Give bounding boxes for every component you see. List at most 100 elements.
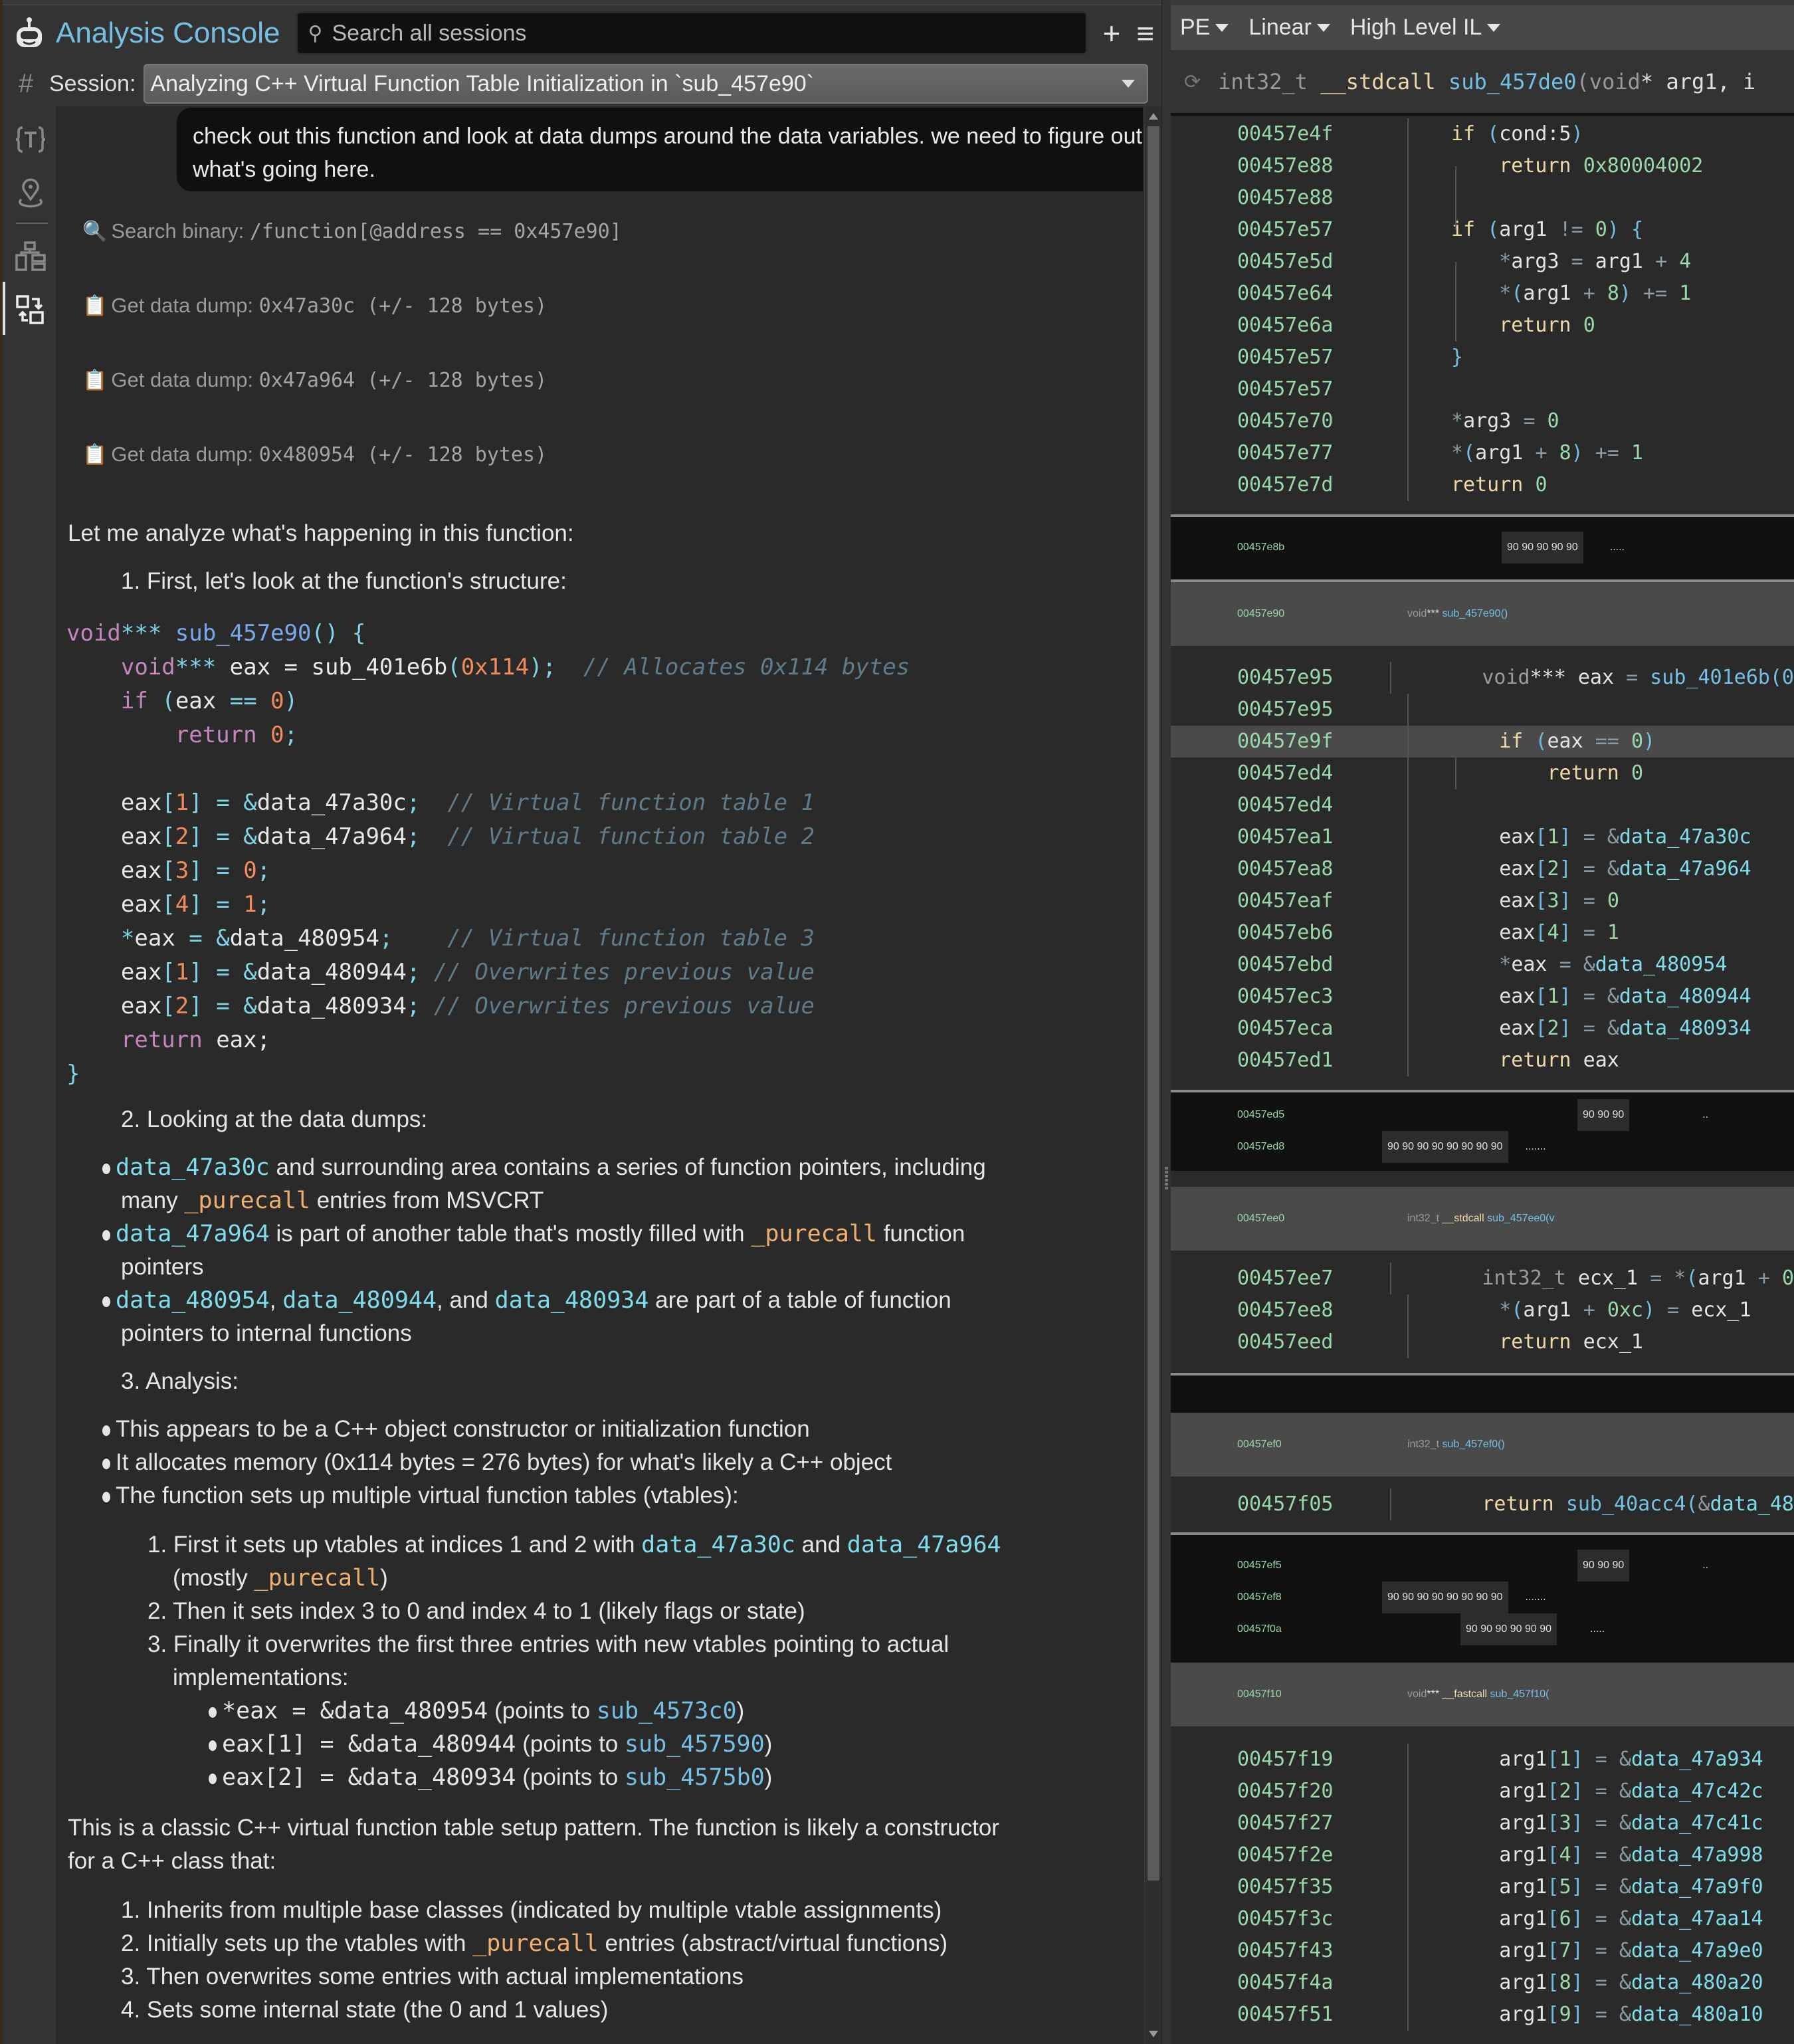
function-header-sub-457f10[interactable]: 00457f10 void *** __fastcall sub_457f10( — [1171, 1663, 1794, 1726]
il-row[interactable]: 00457ea1 eax[1] = &data_47a30c — [1171, 821, 1794, 853]
vtable-step-3-cont: implementations: — [173, 1665, 349, 1690]
session-search-box[interactable]: ⚲ — [296, 12, 1087, 54]
il-row[interactable]: 00457ee8 *(arg1 + 0xc) = ecx_1 — [1171, 1294, 1794, 1326]
tool-call-data-dump[interactable]: 📋 Get data dump: 0x47a30c (+/- 128 bytes) — [82, 294, 547, 318]
il-row[interactable]: 00457ed4 — [1171, 789, 1794, 821]
il-row[interactable]: 00457eb6 eax[4] = 1 — [1171, 917, 1794, 949]
refresh-icon[interactable]: ⟳ — [1184, 70, 1201, 94]
magnifier-icon: 🔍 — [82, 220, 108, 243]
sidebar-item-cross-references[interactable] — [7, 286, 54, 334]
il-row[interactable]: 00457ed4 return 0 — [1171, 758, 1794, 789]
il-row[interactable]: 00457f05 return sub_40acc4(&data_48 — [1171, 1488, 1794, 1520]
new-session-button[interactable]: + — [1103, 18, 1121, 49]
il-row[interactable]: 00457f51 arg1[9] = &data_480a10 — [1171, 1999, 1794, 2031]
scroll-up-arrow-icon[interactable] — [1149, 113, 1158, 120]
hex-block-empty — [1171, 1376, 1794, 1413]
il-row[interactable]: 00457e57} — [1171, 342, 1794, 373]
il-row[interactable]: 00457ee7 int32_t ecx_1 = *(arg1 + 0 — [1171, 1263, 1794, 1294]
chevron-down-icon — [1122, 80, 1136, 88]
chat-scrollbar[interactable] — [1144, 106, 1161, 2044]
il-row[interactable]: 00457eed return ecx_1 — [1171, 1326, 1794, 1358]
function-header-sub-457ee0[interactable]: 00457ee0 int32_t __stdcall sub_457ee0(v — [1171, 1187, 1794, 1251]
search-icon: ⚲ — [308, 22, 323, 45]
il-row[interactable]: 00457e70 *arg3 = 0 — [1171, 405, 1794, 437]
tool-call-label: Get data dump: — [111, 368, 259, 391]
il-row[interactable]: 00457e6a return 0 — [1171, 310, 1794, 342]
tool-call-label: Get data dump: — [111, 294, 259, 317]
scroll-down-arrow-icon[interactable] — [1149, 2031, 1158, 2037]
il-row[interactable]: 00457eca eax[2] = &data_480934 — [1171, 1013, 1794, 1045]
step-1-heading: 1. First, let's look at the function's s… — [121, 568, 567, 594]
window-top-strip — [0, 0, 1169, 5]
pane-splitter[interactable] — [1161, 0, 1171, 2044]
il-row[interactable]: 00457e4f if (cond:5) — [1171, 118, 1794, 150]
session-search-input[interactable] — [332, 20, 1063, 47]
tool-call-data-dump[interactable]: 📋 Get data dump: 0x47a964 (+/- 128 bytes) — [82, 368, 547, 392]
hex-row[interactable]: 00457ef5 90 90 90.. — [1171, 1550, 1794, 1582]
il-row[interactable]: 00457f27 arg1[3] = &data_47c41c — [1171, 1807, 1794, 1839]
il-block-3: 00457ee7 int32_t ecx_1 = *(arg1 + 0 0045… — [1171, 1263, 1794, 1358]
il-row[interactable]: 00457f35 arg1[5] = &data_47a9f0 — [1171, 1871, 1794, 1903]
il-row[interactable]: 00457f3c arg1[6] = &data_47aa14 — [1171, 1903, 1794, 1935]
final-item-4: 4. Sets some internal state (the 0 and 1… — [121, 1997, 609, 2023]
il-row[interactable]: 00457f20 arg1[2] = &data_47c42c — [1171, 1776, 1794, 1807]
app-title: Analysis Console — [56, 17, 280, 49]
swap-icon — [16, 295, 44, 324]
code-block: void*** sub_457e90() { void*** eax = sub… — [66, 620, 910, 1087]
il-row-selected[interactable]: 00457e9f if (eax == 0) — [1171, 726, 1794, 758]
hex-row[interactable]: 00457f0a 90 90 90 90 90 90..... — [1171, 1613, 1794, 1645]
il-row[interactable]: 00457f43 arg1[7] = &data_47a9e0 — [1171, 1935, 1794, 1967]
il-row[interactable]: 00457f4a arg1[8] = &data_480a20 — [1171, 1967, 1794, 1999]
step-3-heading: 3. Analysis: — [121, 1368, 239, 1394]
arch-dropdown[interactable]: PE — [1180, 15, 1229, 41]
function-header-sub-457e90[interactable]: 00457e90 void *** sub_457e90() — [1171, 582, 1794, 646]
type-braces-icon — [15, 126, 46, 153]
il-row[interactable]: 00457e95 void*** eax = sub_401e6b(0 — [1171, 662, 1794, 694]
il-row[interactable]: 00457e88 — [1171, 182, 1794, 214]
tool-call-data-dump[interactable]: 📋 Get data dump: 0x480954 (+/- 128 bytes) — [82, 443, 547, 466]
sidebar-item-types[interactable] — [7, 116, 54, 163]
il-row[interactable]: 00457f19 arg1[1] = &data_47a934 — [1171, 1744, 1794, 1776]
dump-bullet-1-cont: many _purecall entries from MSVCRT — [121, 1187, 544, 1214]
il-dropdown[interactable]: High Level IL — [1350, 15, 1501, 41]
il-row[interactable]: 00457f2e arg1[4] = &data_47a998 — [1171, 1839, 1794, 1871]
function-header-sub-457ef0[interactable]: 00457ef0 int32_t sub_457ef0() — [1171, 1413, 1794, 1477]
hex-row[interactable]: 00457e8b 90 90 90 90 90..... — [1171, 532, 1794, 563]
tool-call-search-binary[interactable]: 🔍 Search binary: /function[@address == 0x… — [82, 219, 622, 243]
vtable-step-3: 3. Finally it overwrites the first three… — [148, 1631, 949, 1657]
sidebar-active-indicator — [3, 282, 5, 335]
view-dropdown[interactable]: Linear — [1248, 15, 1330, 41]
il-row[interactable]: 00457e88 return 0x80004002 — [1171, 150, 1794, 182]
tool-call-label: Search binary: — [111, 219, 250, 243]
il-row[interactable]: 00457e95 — [1171, 694, 1794, 726]
il-row[interactable]: 00457e57 — [1171, 373, 1794, 405]
il-row[interactable]: 00457e57 if (arg1 != 0) { — [1171, 214, 1794, 246]
il-row[interactable]: 00457e64 *(arg1 + 8) += 1 — [1171, 278, 1794, 310]
sidebar-item-location[interactable] — [7, 169, 54, 217]
dump-bullet-3: data_480954, data_480944, and data_48093… — [102, 1284, 951, 1317]
il-block-1: 00457e4f if (cond:5) 00457e88 return 0x80… — [1171, 118, 1794, 501]
hex-row[interactable]: 00457ed8 90 90 90 90 90 90 90 90....... — [1171, 1131, 1794, 1163]
session-select[interactable]: Analyzing C++ Virtual Function Table Ini… — [144, 64, 1149, 104]
scrollbar-thumb[interactable] — [1147, 126, 1159, 1881]
il-row[interactable]: 00457e5d *arg3 = arg1 + 4 — [1171, 246, 1794, 278]
il-row[interactable]: 00457ec3 eax[1] = &data_480944 — [1171, 981, 1794, 1013]
il-row[interactable]: 00457e77 *(arg1 + 8) += 1 — [1171, 437, 1794, 469]
tool-call-arg: 0x480954 (+/- 128 bytes) — [258, 443, 548, 466]
conclusion-line-2: for a C++ class that: — [68, 1848, 276, 1874]
hex-row[interactable]: 00457ef8 90 90 90 90 90 90 90 90....... — [1171, 1582, 1794, 1613]
il-row[interactable]: 00457eaf eax[3] = 0 — [1171, 885, 1794, 917]
step-2-heading: 2. Looking at the data dumps: — [121, 1106, 428, 1132]
tool-call-arg: /function[@address == 0x457e90] — [249, 219, 622, 243]
analysis-bullet-3: The function sets up multiple virtual fu… — [102, 1479, 739, 1512]
hex-block-2: 00457ed5 90 90 90.. 00457ed8 90 90 90 90 9… — [1171, 1092, 1794, 1171]
hex-row[interactable]: 00457ed5 90 90 90.. — [1171, 1099, 1794, 1131]
clipboard-icon: 📋 — [82, 294, 108, 317]
il-row[interactable]: 00457ebd *eax = &data_480954 — [1171, 949, 1794, 981]
vtable-step-1: 1. First it sets up vtables at indices 1… — [148, 1532, 1001, 1558]
menu-button[interactable]: ≡ — [1136, 18, 1154, 49]
sidebar-item-hierarchy[interactable] — [7, 233, 54, 280]
il-row[interactable]: 00457e7d return 0 — [1171, 469, 1794, 501]
il-row[interactable]: 00457ed1 return eax — [1171, 1045, 1794, 1076]
il-row[interactable]: 00457ea8 eax[2] = &data_47a964 — [1171, 853, 1794, 885]
